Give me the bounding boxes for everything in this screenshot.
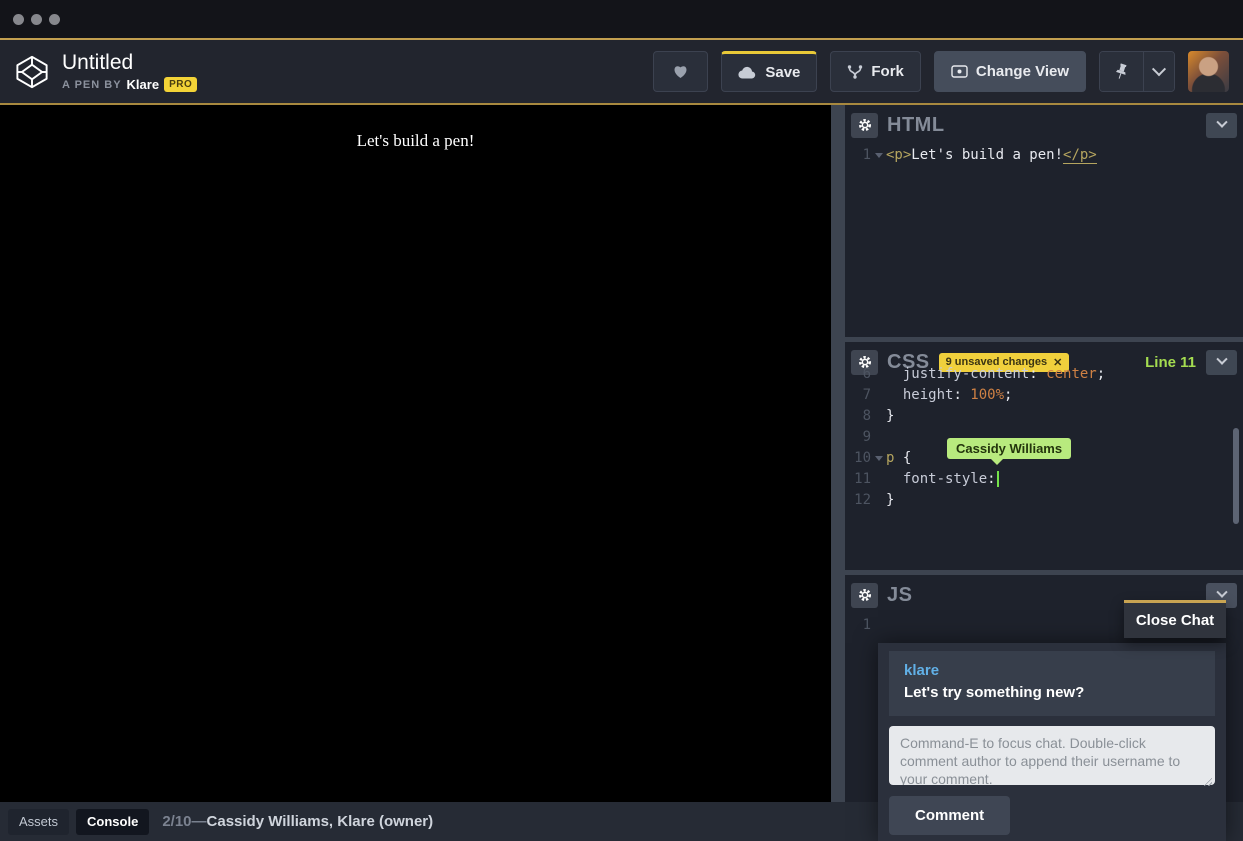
pro-badge: PRO [164, 77, 197, 92]
window-controls[interactable] [13, 14, 60, 25]
line-number[interactable]: 9 [845, 427, 871, 448]
fork-button[interactable]: Fork [830, 51, 921, 92]
author-link[interactable]: Klare [127, 77, 160, 92]
html-settings-button[interactable] [851, 113, 878, 138]
preview-editor-resizer[interactable] [831, 105, 845, 802]
line-number[interactable]: 11 [845, 469, 871, 490]
change-view-button[interactable]: Change View [934, 51, 1086, 92]
line-number[interactable]: 1 [845, 145, 871, 166]
fork-button-label: Fork [871, 63, 904, 80]
line-number[interactable]: 6 [845, 364, 871, 385]
close-chat-label: Close Chat [1136, 612, 1214, 629]
line-number[interactable]: 10 [845, 448, 871, 469]
html-close-tag: </p> [1063, 147, 1097, 164]
chat-username[interactable]: klare [904, 660, 1200, 682]
collaborator-status: 2/10—Cassidy Williams, Klare (owner) [162, 813, 433, 830]
change-view-label: Change View [976, 63, 1069, 80]
assets-button[interactable]: Assets [8, 809, 69, 835]
preview-pane: Let's build a pen! [0, 105, 831, 802]
window-dot-icon[interactable] [31, 14, 42, 25]
save-button[interactable]: Save [721, 51, 817, 92]
code-line: 8 } [845, 406, 1243, 427]
js-settings-button[interactable] [851, 583, 878, 608]
comment-button[interactable]: Comment [889, 796, 1010, 835]
like-button[interactable] [653, 51, 708, 92]
codepen-logo-icon[interactable] [14, 54, 50, 90]
byline-prefix: A PEN BY [62, 79, 122, 91]
collaborator-cursor-label: Cassidy Williams [947, 438, 1071, 459]
code-line: 1 <p>Let's build a pen!</p> [845, 145, 1243, 166]
css-scrollbar[interactable] [1233, 428, 1239, 524]
html-editor-panel: HTML 1 <p>Let's build a pen!</p> [845, 105, 1243, 337]
chat-message: klare Let's try something new? [889, 651, 1215, 716]
gear-icon [858, 588, 872, 602]
html-open-tag: <p> [886, 147, 911, 163]
chevron-down-icon [1216, 117, 1227, 128]
fold-caret-icon[interactable] [871, 145, 886, 166]
collaborator-cursor [997, 471, 999, 487]
line-number[interactable]: 1 [845, 615, 871, 636]
pin-dropdown-toggle[interactable] [1143, 52, 1174, 91]
collaborator-names: Cassidy Williams, Klare (owner) [207, 813, 434, 830]
html-panel-title: HTML [887, 114, 945, 137]
pin-button-group [1099, 51, 1175, 92]
html-collapse-button[interactable] [1206, 113, 1237, 138]
code-line: 12 } [845, 490, 1243, 511]
chevron-down-icon [1152, 62, 1166, 76]
console-button[interactable]: Console [76, 809, 149, 835]
cloud-icon [738, 66, 757, 79]
avatar[interactable] [1188, 51, 1229, 92]
collab-progress: 2/10 [162, 813, 191, 830]
window-dot-icon[interactable] [13, 14, 24, 25]
separator: — [192, 813, 207, 830]
fold-caret-icon[interactable] [871, 448, 886, 469]
heart-icon [672, 64, 689, 79]
close-chat-menu-item[interactable]: Close Chat [1124, 600, 1226, 638]
gear-icon [858, 118, 872, 132]
code-line: 11 font-style: [845, 469, 1243, 490]
chat-panel: klare Let's try something new? Comment [878, 643, 1226, 841]
save-button-label: Save [765, 64, 800, 81]
line-number[interactable]: 12 [845, 490, 871, 511]
js-panel-title: JS [887, 584, 912, 607]
html-code-area[interactable]: 1 <p>Let's build a pen!</p> [845, 139, 1243, 166]
line-number[interactable]: 8 [845, 406, 871, 427]
window-dot-icon[interactable] [49, 14, 60, 25]
fork-icon [847, 64, 863, 80]
pin-icon [1114, 63, 1129, 80]
view-icon [951, 65, 968, 78]
chat-input[interactable] [889, 726, 1215, 785]
chevron-down-icon [1216, 587, 1227, 598]
code-line: 7 height: 100%; [845, 385, 1243, 406]
pin-button[interactable] [1100, 52, 1143, 91]
preview-text: Let's build a pen! [0, 105, 831, 151]
editor-header: Untitled A PEN BY Klare PRO Save [0, 40, 1243, 103]
code-line: 6 justify-content: center; [845, 364, 1243, 385]
css-editor-panel: CSS 9 unsaved changes ✕ Line 11 6 justif… [845, 342, 1243, 570]
pen-title[interactable]: Untitled [62, 51, 197, 75]
chat-message-text: Let's try something new? [904, 682, 1200, 704]
browser-chrome-bar [0, 0, 1243, 38]
html-text: Let's build a pen! [911, 147, 1063, 163]
line-number[interactable]: 7 [845, 385, 871, 406]
